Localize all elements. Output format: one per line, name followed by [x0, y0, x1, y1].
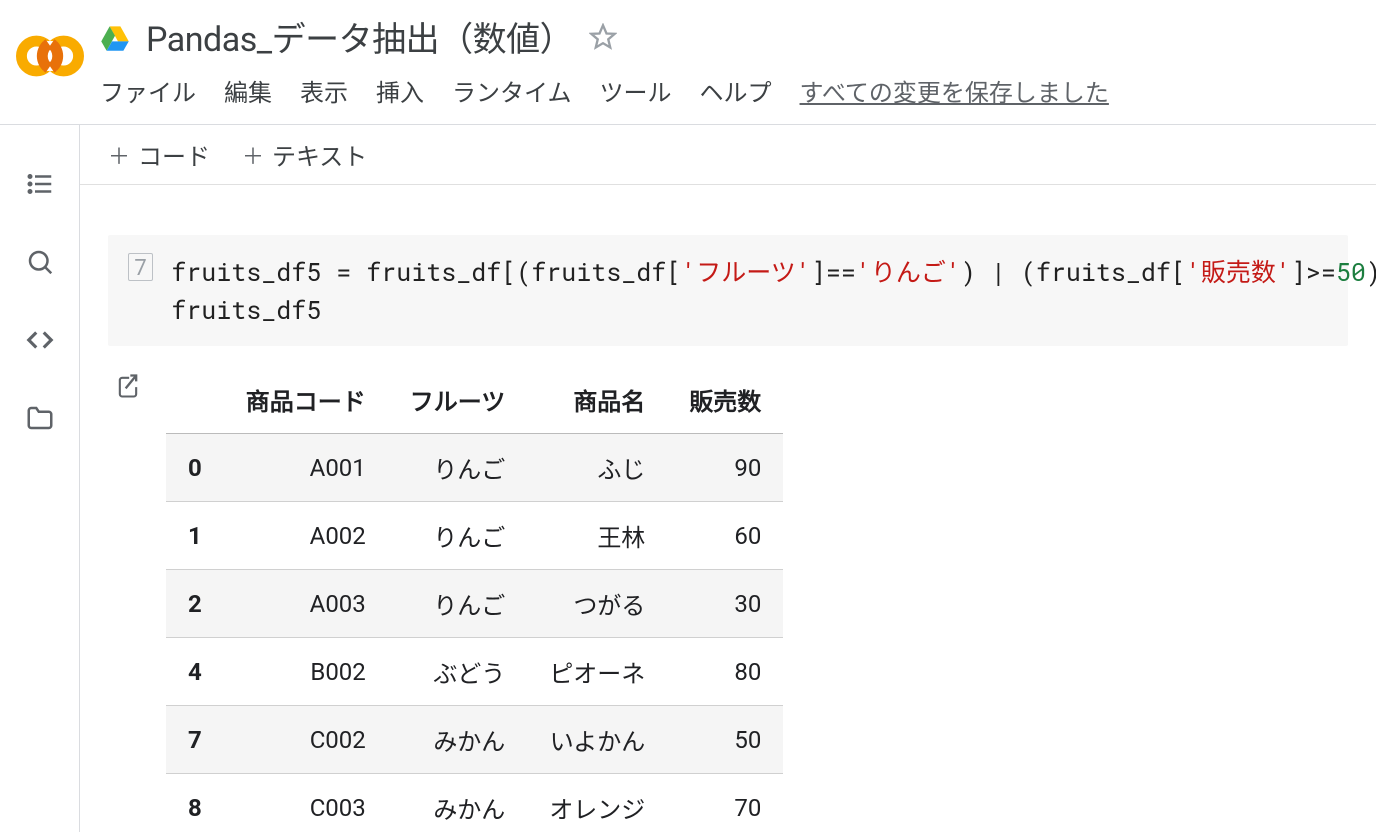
menu-bar: ファイル 編集 表示 挿入 ランタイム ツール ヘルプ すべての変更を保存しまし… [100, 73, 1360, 120]
cell: A002 [224, 502, 388, 570]
row-index: 4 [166, 638, 224, 706]
col-header: 商品名 [527, 366, 667, 434]
cell: 王林 [527, 502, 667, 570]
output-dataframe: 商品コード フルーツ 商品名 販売数 0 A001 りんご ふじ 901 A00… [166, 366, 783, 832]
drive-icon [100, 22, 130, 52]
code-editor[interactable]: fruits_df5 = fruits_df[(fruits_df['フルーツ'… [171, 253, 1376, 328]
colab-logo[interactable] [16, 22, 84, 90]
cell: 80 [667, 638, 783, 706]
cell: A003 [224, 570, 388, 638]
cell: 50 [667, 706, 783, 774]
sidebar [0, 125, 80, 832]
menu-edit[interactable]: 編集 [224, 73, 272, 108]
insert-toolbar: ＋ コード ＋ テキスト [80, 125, 1376, 185]
add-code-label: コード [138, 137, 210, 172]
cell: みかん [388, 706, 528, 774]
cell: いよかん [527, 706, 667, 774]
header: Pandas_データ抽出（数値） ファイル 編集 表示 挿入 ランタイム ツール… [0, 0, 1376, 125]
menu-help[interactable]: ヘルプ [700, 73, 772, 108]
row-index: 8 [166, 774, 224, 832]
save-status[interactable]: すべての変更を保存しました [800, 73, 1109, 108]
add-text-label: テキスト [272, 137, 367, 172]
search-icon[interactable] [25, 247, 55, 277]
row-index: 1 [166, 502, 224, 570]
add-text-button[interactable]: ＋ テキスト [242, 137, 367, 172]
cell: ぶどう [388, 638, 528, 706]
menu-view[interactable]: 表示 [300, 73, 348, 108]
table-row: 2 A003 りんご つがる 30 [166, 570, 783, 638]
add-code-button[interactable]: ＋ コード [108, 137, 210, 172]
row-index: 7 [166, 706, 224, 774]
output-export-icon[interactable] [114, 372, 142, 400]
cell: A001 [224, 434, 388, 502]
cell: 90 [667, 434, 783, 502]
plus-icon: ＋ [108, 139, 130, 171]
plus-icon: ＋ [242, 139, 264, 171]
cell: 70 [667, 774, 783, 832]
folder-icon[interactable] [25, 403, 55, 433]
row-index: 2 [166, 570, 224, 638]
code-cell[interactable]: 7 fruits_df5 = fruits_df[(fruits_df['フルー… [108, 235, 1348, 346]
table-row: 8 C003 みかん オレンジ 70 [166, 774, 783, 832]
cell: C002 [224, 706, 388, 774]
cell: オレンジ [527, 774, 667, 832]
code-snippet-icon[interactable] [25, 325, 55, 355]
cell: つがる [527, 570, 667, 638]
star-icon[interactable] [589, 23, 617, 51]
execution-count[interactable]: 7 [128, 253, 153, 281]
notebook-title[interactable]: Pandas_データ抽出（数値） [146, 12, 573, 61]
cell: みかん [388, 774, 528, 832]
cell: C003 [224, 774, 388, 832]
output-area: 商品コード フルーツ 商品名 販売数 0 A001 りんご ふじ 901 A00… [108, 366, 1348, 832]
menu-insert[interactable]: 挿入 [376, 73, 424, 108]
table-row: 1 A002 りんご 王林 60 [166, 502, 783, 570]
cell: B002 [224, 638, 388, 706]
table-header-row: 商品コード フルーツ 商品名 販売数 [166, 366, 783, 434]
toc-icon[interactable] [25, 169, 55, 199]
menu-tools[interactable]: ツール [600, 73, 672, 108]
content-area: ＋ コード ＋ テキスト 7 fruits_df5 = fruits_df[(f… [80, 125, 1376, 832]
table-row: 7 C002 みかん いよかん 50 [166, 706, 783, 774]
cell: りんご [388, 434, 528, 502]
table-row: 0 A001 りんご ふじ 90 [166, 434, 783, 502]
cell: ふじ [527, 434, 667, 502]
row-index: 0 [166, 434, 224, 502]
col-header: 商品コード [224, 366, 388, 434]
menu-file[interactable]: ファイル [100, 73, 196, 108]
cell: りんご [388, 570, 528, 638]
cell: 60 [667, 502, 783, 570]
col-header: フルーツ [388, 366, 528, 434]
cell: 30 [667, 570, 783, 638]
col-header: 販売数 [667, 366, 783, 434]
cell: ピオーネ [527, 638, 667, 706]
menu-runtime[interactable]: ランタイム [452, 73, 572, 108]
cell: りんご [388, 502, 528, 570]
table-row: 4 B002 ぶどう ピオーネ 80 [166, 638, 783, 706]
cell-gutter: 7 [128, 253, 153, 328]
